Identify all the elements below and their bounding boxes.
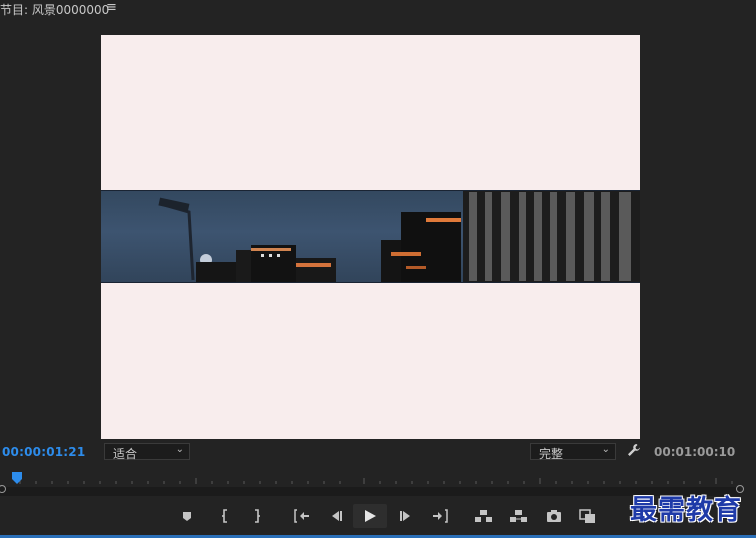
add-marker-icon[interactable] — [174, 504, 200, 528]
go-to-out-icon[interactable] — [427, 504, 453, 528]
play-icon[interactable] — [353, 504, 387, 528]
monitor-toolbar: 00:00:01:21 适合 ⌄ 完整 ⌄ 00:01:00:10 — [0, 441, 756, 463]
mark-in-icon[interactable] — [212, 504, 238, 528]
playhead-icon[interactable] — [12, 472, 22, 484]
hamburger-menu-icon[interactable]: ≡ — [106, 0, 117, 15]
chevron-down-icon: ⌄ — [601, 444, 610, 455]
panel-title[interactable]: 节目: 风景0000000 — [0, 1, 109, 18]
go-to-in-icon[interactable] — [289, 504, 315, 528]
extract-icon[interactable] — [505, 504, 531, 528]
ruler-ticks — [19, 478, 733, 484]
chevron-down-icon: ⌄ — [175, 444, 184, 455]
current-time-display[interactable]: 00:00:01:21 — [2, 445, 85, 459]
wrench-icon[interactable] — [627, 443, 641, 461]
zoom-scroll-bar[interactable] — [0, 487, 740, 496]
panel-header: 节目: 风景0000000 ≡ — [0, 0, 756, 18]
quality-select-value: 完整 — [539, 447, 564, 461]
lift-icon[interactable] — [470, 504, 496, 528]
mark-out-icon[interactable] — [244, 504, 270, 528]
watermark-logo: 最需教育 — [630, 495, 742, 526]
step-back-icon[interactable] — [323, 504, 349, 528]
export-frame-icon[interactable] — [541, 504, 567, 528]
fit-select-value: 适合 — [113, 447, 138, 461]
comparison-view-icon[interactable] — [575, 504, 601, 528]
quality-select[interactable]: 完整 ⌄ — [530, 443, 616, 461]
duration-display: 00:01:00:10 — [654, 445, 736, 459]
step-forward-icon[interactable] — [393, 504, 419, 528]
program-monitor-viewer[interactable] — [101, 35, 640, 439]
fit-select[interactable]: 适合 ⌄ — [104, 443, 190, 461]
city-night-strip-image — [101, 190, 640, 283]
